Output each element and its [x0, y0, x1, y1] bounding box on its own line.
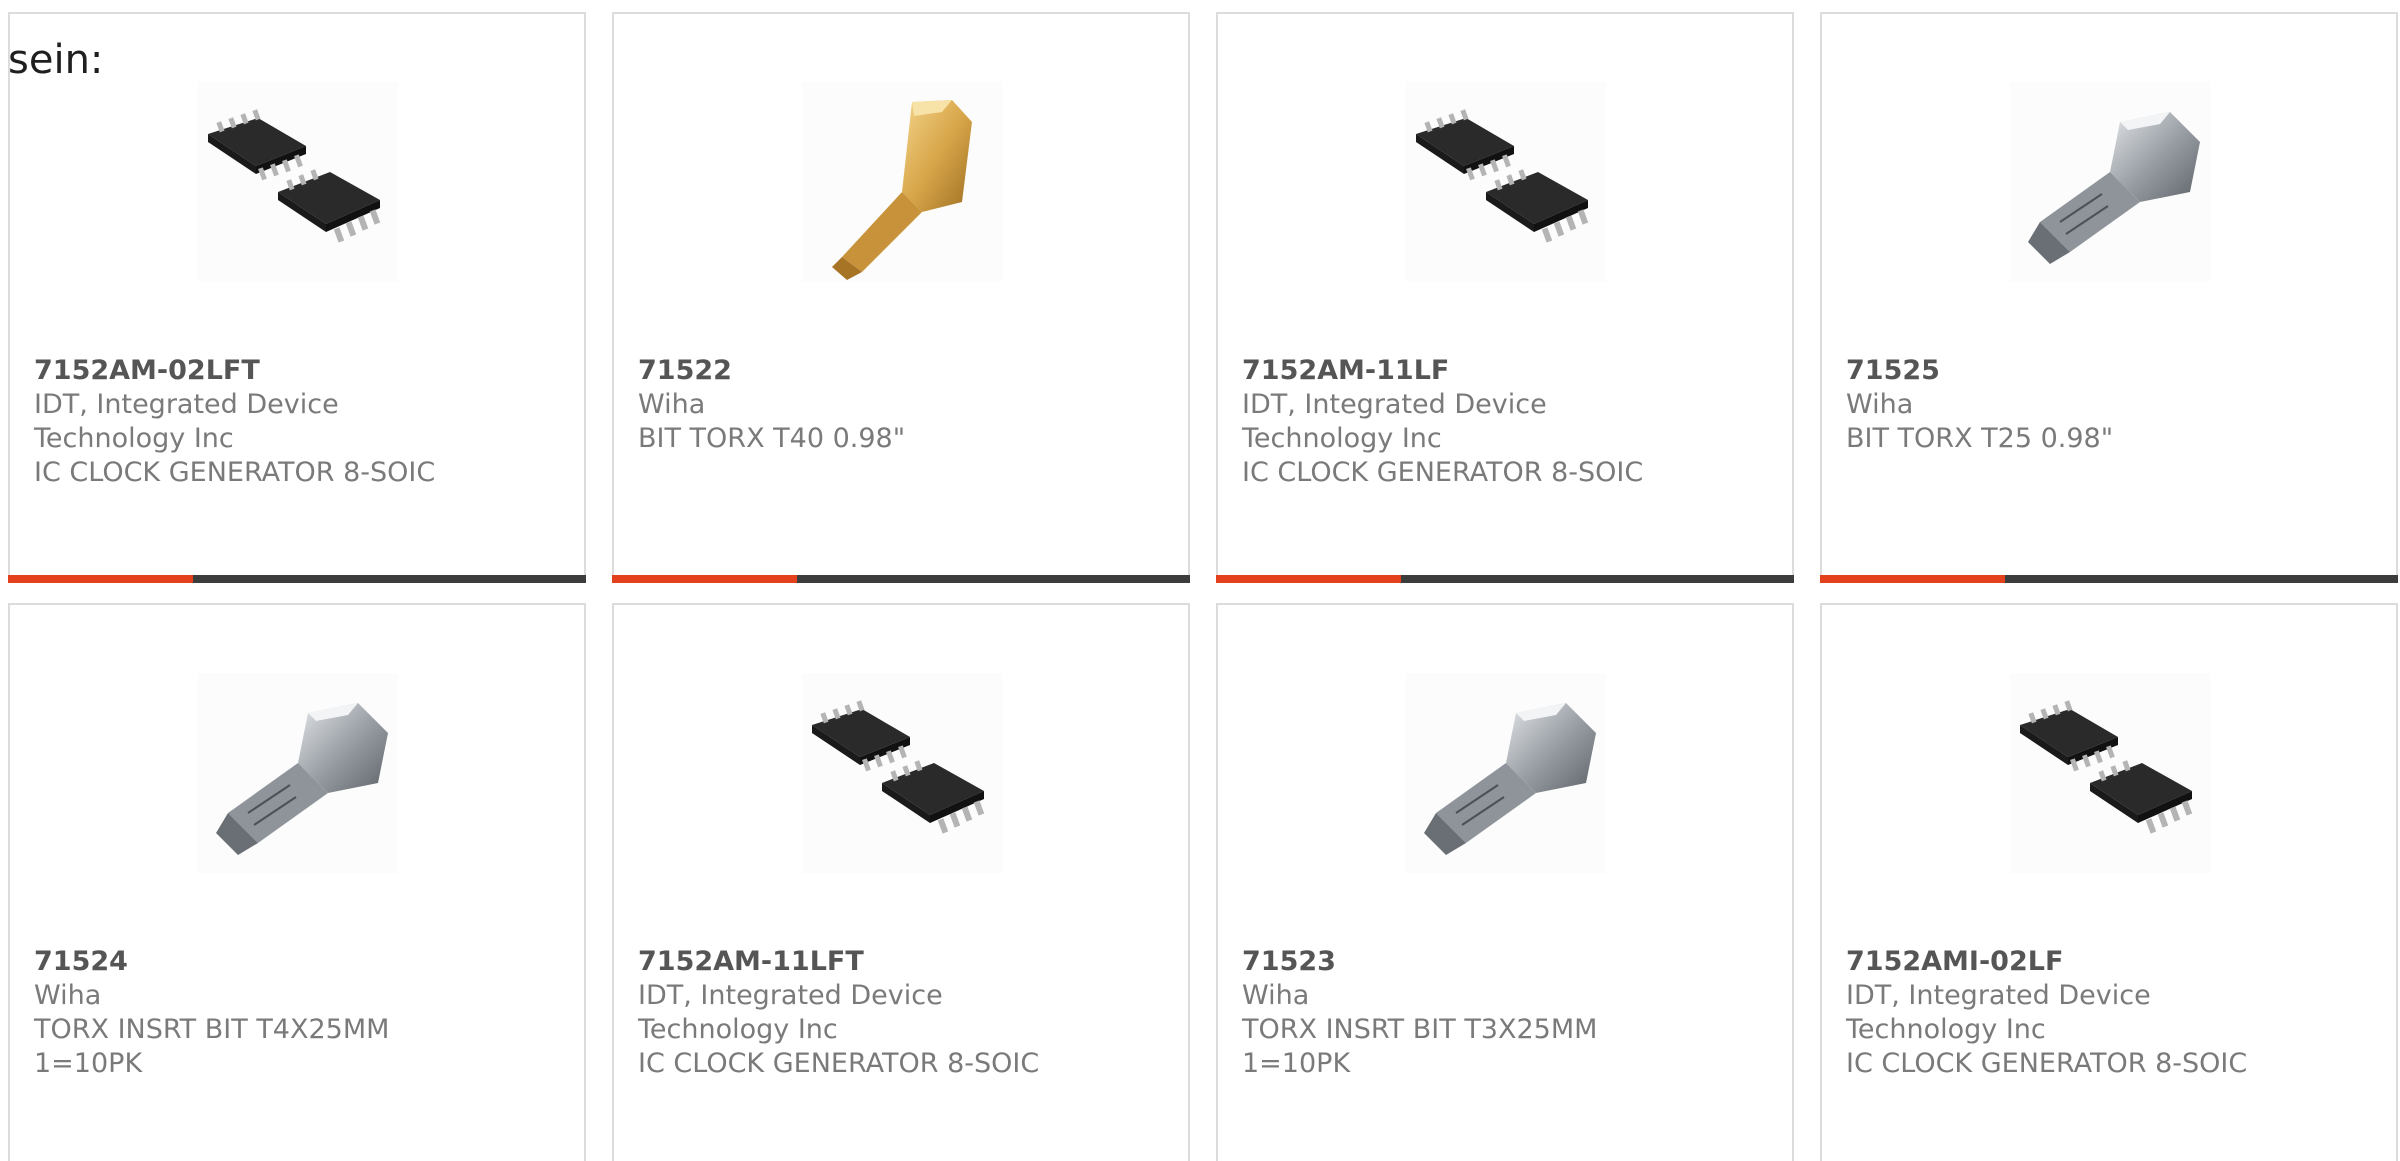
- product-info: 7152AM-02LFT IDT, Integrated Device Tech…: [34, 354, 554, 490]
- silver-torx-bit-icon: [198, 673, 398, 873]
- product-line: Technology Inc: [1846, 1014, 2046, 1045]
- part-number-link[interactable]: 71524: [34, 945, 554, 979]
- stock-progress-bar: [1820, 575, 2398, 583]
- product-card[interactable]: 71525 Wiha BIT TORX T25 0.98": [1820, 12, 2398, 583]
- product-line: 1=10PK: [1242, 1048, 1351, 1079]
- product-line: IC CLOCK GENERATOR 8-SOIC: [638, 1048, 1040, 1079]
- product-line: 1=10PK: [34, 1048, 143, 1079]
- soic-8-chip-icon: [1406, 82, 1606, 282]
- part-number-link[interactable]: 71525: [1846, 354, 2366, 388]
- product-card[interactable]: 7152AM-11LFT IDT, Integrated Device Tech…: [612, 603, 1190, 1161]
- product-line: IDT, Integrated Device: [34, 389, 339, 420]
- product-line: Technology Inc: [34, 423, 234, 454]
- product-image[interactable]: [198, 673, 398, 873]
- product-info: 71525 Wiha BIT TORX T25 0.98": [1846, 354, 2366, 456]
- product-image[interactable]: [802, 82, 1002, 282]
- silver-torx-bit-icon: [1406, 673, 1606, 873]
- product-line: IDT, Integrated Device: [638, 980, 943, 1011]
- product-line: TORX INSRT BIT T3X25MM: [1242, 1014, 1598, 1045]
- part-number-link[interactable]: 7152AM-02LFT: [34, 354, 554, 388]
- stock-progress-fill: [612, 575, 797, 583]
- stock-progress-fill: [8, 575, 193, 583]
- product-card[interactable]: 7152AM-11LF IDT, Integrated Device Techn…: [1216, 12, 1794, 583]
- intro-text: sein:: [8, 37, 104, 83]
- product-image[interactable]: [1406, 673, 1606, 873]
- product-info: 7152AM-11LF IDT, Integrated Device Techn…: [1242, 354, 1762, 490]
- product-image[interactable]: [2010, 673, 2210, 873]
- part-number-link[interactable]: 71523: [1242, 945, 1762, 979]
- stock-progress-fill: [1216, 575, 1401, 583]
- part-number-link[interactable]: 7152AM-11LFT: [638, 945, 1158, 979]
- part-number-link[interactable]: 7152AMI-02LF: [1846, 945, 2366, 979]
- product-line: IDT, Integrated Device: [1242, 389, 1547, 420]
- product-info: 7152AM-11LFT IDT, Integrated Device Tech…: [638, 945, 1158, 1081]
- product-line: Technology Inc: [638, 1014, 838, 1045]
- part-number-link[interactable]: 71522: [638, 354, 1158, 388]
- product-line: Wiha: [34, 980, 102, 1011]
- product-line: IC CLOCK GENERATOR 8-SOIC: [1846, 1048, 2248, 1079]
- stock-progress-bar: [1216, 575, 1794, 583]
- product-image[interactable]: [2010, 82, 2210, 282]
- soic-8-chip-icon: [2010, 673, 2210, 873]
- product-line: IDT, Integrated Device: [1846, 980, 2151, 1011]
- product-line: IC CLOCK GENERATOR 8-SOIC: [1242, 457, 1644, 488]
- product-line: Technology Inc: [1242, 423, 1442, 454]
- product-image[interactable]: [1406, 82, 1606, 282]
- product-card[interactable]: 71522 Wiha BIT TORX T40 0.98": [612, 12, 1190, 583]
- product-line: TORX INSRT BIT T4X25MM: [34, 1014, 390, 1045]
- gold-torx-bit-icon: [802, 82, 1002, 282]
- product-card[interactable]: 7152AMI-02LF IDT, Integrated Device Tech…: [1820, 603, 2398, 1161]
- product-line: Wiha: [1242, 980, 1310, 1011]
- product-info: 71522 Wiha BIT TORX T40 0.98": [638, 354, 1158, 456]
- stock-progress-fill: [1820, 575, 2005, 583]
- page: sein: 7152AM-02LFT IDT, Integrated Devic…: [0, 0, 2400, 1161]
- product-info: 7152AMI-02LF IDT, Integrated Device Tech…: [1846, 945, 2366, 1081]
- part-number-link[interactable]: 7152AM-11LF: [1242, 354, 1762, 388]
- soic-8-chip-icon: [802, 673, 1002, 873]
- product-image[interactable]: [198, 82, 398, 282]
- soic-8-chip-icon: [198, 82, 398, 282]
- product-grid: 7152AM-02LFT IDT, Integrated Device Tech…: [8, 12, 2400, 1161]
- stock-progress-bar: [612, 575, 1190, 583]
- product-line: Wiha: [1846, 389, 1914, 420]
- product-info: 71523 Wiha TORX INSRT BIT T3X25MM 1=10PK: [1242, 945, 1762, 1081]
- product-info: 71524 Wiha TORX INSRT BIT T4X25MM 1=10PK: [34, 945, 554, 1081]
- product-line: Wiha: [638, 389, 706, 420]
- product-line: BIT TORX T25 0.98": [1846, 423, 2114, 454]
- stock-progress-bar: [8, 575, 586, 583]
- product-card[interactable]: 71524 Wiha TORX INSRT BIT T4X25MM 1=10PK: [8, 603, 586, 1161]
- product-image[interactable]: [802, 673, 1002, 873]
- product-line: BIT TORX T40 0.98": [638, 423, 906, 454]
- product-card[interactable]: 7152AM-02LFT IDT, Integrated Device Tech…: [8, 12, 586, 583]
- product-line: IC CLOCK GENERATOR 8-SOIC: [34, 457, 436, 488]
- silver-torx-bit-icon: [2010, 82, 2210, 282]
- product-card[interactable]: 71523 Wiha TORX INSRT BIT T3X25MM 1=10PK: [1216, 603, 1794, 1161]
